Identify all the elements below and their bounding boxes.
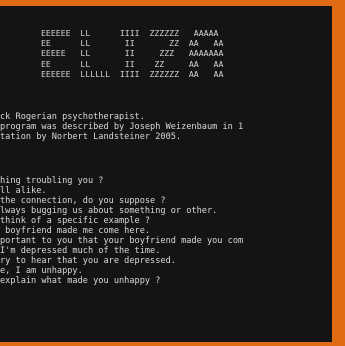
banner-line: EEEEE LL II ZZZ AAAAAAA xyxy=(41,48,224,59)
dialogue-line: hing troubling you ? xyxy=(0,176,104,186)
dialogue-line: portant to you that your boyfriend made … xyxy=(0,236,244,246)
dialogue-line: boyfriend made me come here. xyxy=(0,226,151,236)
dialogue-line: the connection, do you suppose ? xyxy=(0,196,166,206)
terminal-screen[interactable]: EEEEEE LL IIII ZZZZZZ AAAAA EE LL II ZZ … xyxy=(0,6,332,342)
banner-line: EE LL II ZZ AA AA xyxy=(41,38,224,49)
dialogue-line: think of a specific example ? xyxy=(0,216,151,226)
dialogue-line: lways bugging us about something or othe… xyxy=(0,206,218,216)
banner-line: EEEEEE LLLLLL IIII ZZZZZZ AA AA xyxy=(41,68,224,79)
banner-line: EEEEEE LL IIII ZZZZZZ AAAAA xyxy=(41,28,219,38)
dialogue-line: ry to hear that you are depressed. xyxy=(0,256,176,266)
intro-line: ck Rogerian psychotherapist. xyxy=(0,112,145,122)
dialogue-line: explain what made you unhappy ? xyxy=(0,276,161,286)
intro-line: tation by Norbert Landsteiner 2005. xyxy=(0,132,182,142)
dialogue-line: I'm depressed much of the time. xyxy=(0,246,161,256)
dialogue-line: e, I am unhappy. xyxy=(0,266,83,276)
monitor-bezel: EEEEEE LL IIII ZZZZZZ AAAAA EE LL II ZZ … xyxy=(0,0,345,346)
dialogue-line: ll alike. xyxy=(0,186,47,196)
eliza-ascii-banner: EEEEEE LL IIII ZZZZZZ AAAAA EE LL II ZZ … xyxy=(41,28,223,79)
banner-line: EE LL II ZZ AA AA xyxy=(41,58,224,69)
intro-line: program was described by Joseph Weizenba… xyxy=(0,122,244,132)
